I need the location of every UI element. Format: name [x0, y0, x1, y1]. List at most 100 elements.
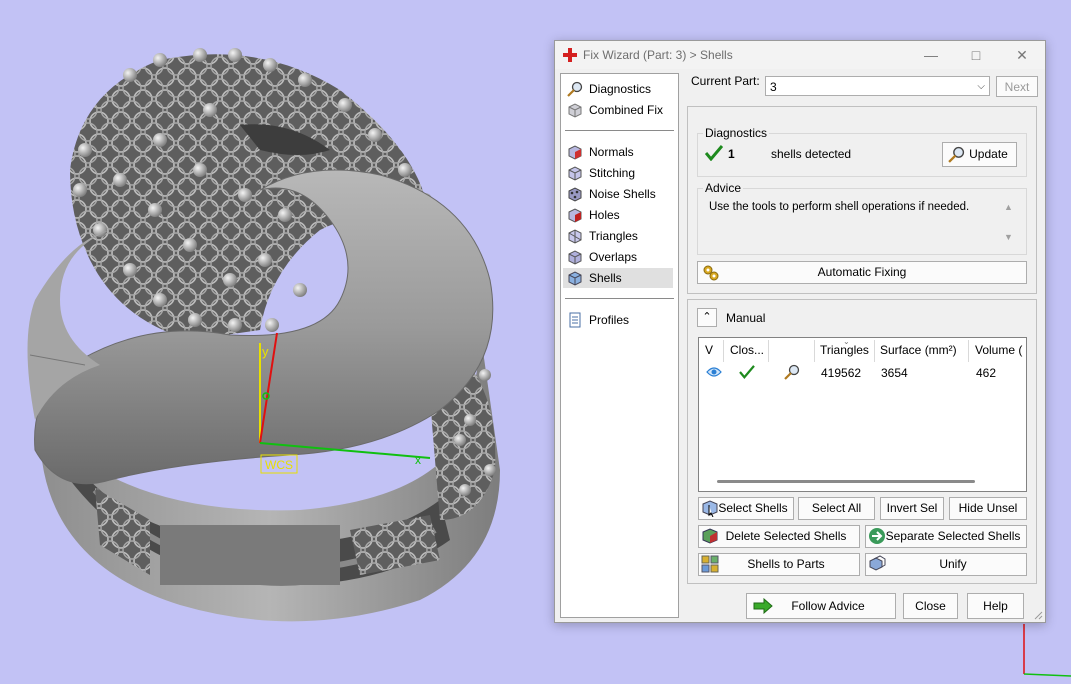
gears-icon — [703, 265, 719, 281]
nav-divider — [565, 298, 674, 299]
advice-title: Advice — [703, 181, 744, 195]
separate-shells-icon — [869, 528, 885, 544]
shells-to-parts-button[interactable]: Shells to Parts — [698, 553, 860, 576]
cell-volume: 462 — [976, 366, 997, 380]
shells-to-parts-label: Shells to Parts — [747, 557, 825, 571]
close-button[interactable]: Close — [903, 593, 958, 619]
separate-selected-label: Separate Selected Shells — [885, 529, 1021, 543]
nav-item-diagnostics[interactable]: Diagnostics — [563, 79, 673, 99]
noise-shells-icon — [568, 187, 582, 202]
diagnostics-text: shells detected — [771, 147, 852, 161]
shells-cube-icon — [568, 271, 582, 286]
column-header[interactable]: Clos... — [730, 343, 764, 357]
nav-item-combined-fix[interactable]: Combined Fix — [563, 100, 673, 120]
fix-wizard-dialog: Fix Wizard (Part: 3) > Shells — □ ✕ Diag… — [554, 40, 1046, 623]
nav-label: Stitching — [589, 166, 636, 180]
triangles-cube-icon — [568, 229, 582, 244]
app-cross-icon — [563, 48, 577, 62]
closed-check-icon — [739, 365, 755, 379]
column-divider[interactable] — [723, 340, 724, 362]
wizard-nav: Diagnostics Combined Fix Normals Stitchi… — [560, 73, 679, 618]
update-button[interactable]: Update — [942, 142, 1017, 167]
chevron-down-icon: ⌵ — [977, 81, 985, 92]
nav-item-overlaps[interactable]: Overlaps — [563, 247, 673, 267]
automatic-fixing-button[interactable]: Automatic Fixing — [697, 261, 1027, 284]
close-window-icon[interactable]: ✕ — [1010, 45, 1034, 65]
arrow-right-icon — [753, 598, 773, 614]
dialog-title: Fix Wizard (Part: 3) > Shells — [583, 48, 733, 62]
resize-grip-icon[interactable] — [1033, 610, 1043, 620]
unify-icon — [869, 555, 886, 571]
nav-item-holes[interactable]: Holes — [563, 205, 673, 225]
nav-divider — [565, 130, 674, 131]
nav-label: Triangles — [589, 229, 638, 243]
column-header[interactable]: Surface (mm²) — [880, 343, 957, 357]
shells-to-parts-icon — [701, 555, 719, 573]
nav-label: Normals — [589, 145, 634, 159]
collapse-icon[interactable]: ⌃ — [697, 308, 717, 327]
select-shells-icon — [702, 500, 718, 517]
delete-selected-label: Delete Selected Shells — [725, 529, 847, 543]
diagnostics-count: 1 — [728, 147, 735, 161]
help-button[interactable]: Help — [967, 593, 1024, 619]
nav-item-normals[interactable]: Normals — [563, 142, 673, 162]
nav-item-profiles[interactable]: Profiles — [563, 310, 673, 330]
checkmark-icon — [705, 145, 723, 161]
nav-label: Holes — [589, 208, 620, 222]
current-part-value: 3 — [770, 80, 777, 94]
advice-group — [697, 188, 1027, 255]
follow-advice-button[interactable]: Follow Advice — [746, 593, 896, 619]
title-bar[interactable]: Fix Wizard (Part: 3) > Shells — □ ✕ — [555, 41, 1045, 69]
normals-cube-icon — [568, 145, 582, 160]
maximize-icon[interactable]: □ — [964, 45, 988, 65]
axis-y-label: y — [262, 344, 269, 359]
scroll-up-icon[interactable]: ▲ — [1004, 202, 1013, 212]
nav-label: Shells — [589, 271, 622, 285]
separate-selected-shells-button[interactable]: Separate Selected Shells — [865, 525, 1027, 548]
zoom-to-shell-icon[interactable] — [784, 364, 800, 380]
cube-gray-icon — [568, 103, 582, 118]
current-part-select[interactable]: 3 ⌵ — [765, 76, 990, 96]
unify-label: Unify — [939, 557, 967, 571]
nav-label: Noise Shells — [589, 187, 656, 201]
invert-selection-button[interactable]: Invert Sel — [880, 497, 944, 520]
nav-label: Profiles — [589, 313, 630, 327]
stitching-cube-icon — [568, 166, 582, 181]
select-all-button[interactable]: Select All — [798, 497, 875, 520]
wcs-label: WCS — [265, 458, 293, 472]
cell-surface: 3654 — [881, 366, 908, 380]
magnifier-icon — [948, 146, 965, 163]
scroll-down-icon[interactable]: ▼ — [1004, 232, 1013, 242]
nav-label: Overlaps — [589, 250, 638, 264]
unify-button[interactable]: Unify — [865, 553, 1027, 576]
manual-label: Manual — [726, 311, 766, 325]
column-divider[interactable] — [814, 340, 815, 362]
follow-advice-label: Follow Advice — [791, 599, 865, 613]
table-row[interactable]: 419562 3654 462 — [699, 360, 1026, 382]
shells-table[interactable]: V Clos... ⌄ Triangles Surface (mm²) Volu… — [698, 337, 1027, 492]
column-divider[interactable] — [874, 340, 875, 362]
nav-item-stitching[interactable]: Stitching — [563, 163, 673, 183]
nav-item-shells[interactable]: Shells — [563, 268, 673, 288]
nav-item-noise-shells[interactable]: Noise Shells — [563, 184, 673, 204]
document-icon — [569, 312, 581, 328]
column-divider[interactable] — [968, 340, 969, 362]
advice-text: Use the tools to perform shell operation… — [709, 201, 970, 213]
column-divider[interactable] — [768, 340, 769, 362]
nav-label: Diagnostics — [589, 82, 652, 96]
hide-unselected-button[interactable]: Hide Unsel — [949, 497, 1027, 520]
delete-selected-shells-button[interactable]: Delete Selected Shells — [698, 525, 860, 548]
delete-shells-icon — [702, 528, 718, 544]
minimize-icon[interactable]: — — [919, 45, 943, 65]
column-header[interactable]: Volume ( — [975, 343, 1022, 357]
eye-icon[interactable] — [706, 366, 722, 378]
column-header[interactable]: V — [705, 343, 713, 357]
horizontal-scrollbar[interactable] — [717, 480, 975, 483]
magnifier-icon — [567, 81, 583, 97]
next-button[interactable]: Next — [996, 76, 1038, 97]
automatic-fixing-label: Automatic Fixing — [817, 265, 907, 279]
select-shells-button[interactable]: Select Shells — [698, 497, 794, 520]
axis-x-label: x — [415, 453, 421, 467]
nav-item-triangles[interactable]: Triangles — [563, 226, 673, 246]
column-header[interactable]: Triangles — [820, 343, 869, 357]
